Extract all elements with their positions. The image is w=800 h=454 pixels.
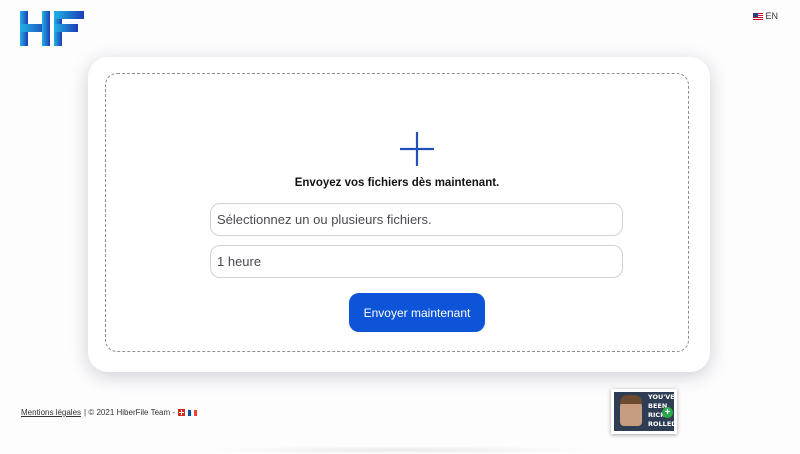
legal-notice-link[interactable]: Mentions légales [21, 408, 81, 417]
file-select-field[interactable]: Sélectionnez un ou plusieurs fichiers. [210, 203, 623, 236]
hair-image [620, 395, 642, 404]
add-badge-icon[interactable]: + [662, 407, 673, 418]
rickroll-thumbnail[interactable]: YOU'VE BEEN RICK ROLLED + [611, 389, 677, 434]
us-flag-icon [753, 12, 764, 20]
language-label: EN [765, 11, 778, 21]
file-dropzone[interactable]: Envoyez vos fichiers dès maintenant. Sél… [105, 73, 689, 352]
caption-line: ROLLED [648, 420, 674, 428]
page: EN Envoyez vos fichiers dès maintenant. … [0, 0, 800, 454]
french-flag-icon [188, 409, 198, 416]
copyright-text: | © 2021 HiberFile Team - [84, 408, 176, 417]
thumbnail-image: YOU'VE BEEN RICK ROLLED + [614, 392, 674, 431]
caption-line: YOU'VE [648, 393, 674, 401]
swiss-flag-icon [178, 409, 186, 416]
upload-card: Envoyez vos fichiers dès maintenant. Sél… [88, 57, 710, 372]
plus-icon[interactable] [400, 132, 434, 166]
duration-select[interactable]: 1 heure [210, 245, 623, 278]
footer: Mentions légales | © 2021 HiberFile Team… [21, 408, 198, 417]
hiberfile-logo[interactable] [20, 11, 84, 46]
language-selector[interactable]: EN [753, 11, 778, 21]
bottom-shadow [200, 446, 600, 454]
send-now-button[interactable]: Envoyer maintenant [349, 293, 485, 332]
upload-prompt: Envoyez vos fichiers dès maintenant. [294, 177, 500, 189]
